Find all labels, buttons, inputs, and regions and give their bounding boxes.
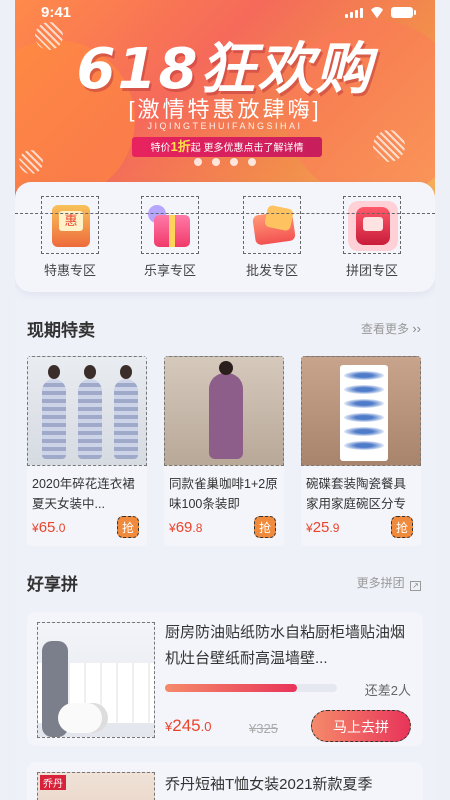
pill-highlight: 1折 (170, 139, 191, 154)
banner-pinyin: JIQINGTEHUIFANGSIHAI (147, 121, 303, 131)
status-time: 9:41 (41, 4, 72, 21)
gift-box-icon (141, 196, 199, 254)
product-image: 乔丹 (37, 772, 155, 800)
status-icons (345, 7, 416, 18)
discount-box-icon (41, 196, 99, 254)
product-card[interactable]: 碗碟套装陶瓷餐具家用家庭碗区分专 ¥25.9 抢 (301, 356, 421, 546)
product-image (301, 356, 421, 466)
category-group[interactable]: 拼团专区 (337, 196, 407, 279)
original-price: ¥325 (249, 721, 278, 736)
product-image (164, 356, 284, 466)
grab-button[interactable]: 抢 (254, 516, 276, 538)
flash-sale-more-link[interactable]: 查看更多 ›› (361, 320, 421, 337)
group-price: ¥245.0 (165, 716, 212, 735)
product-title: 乔丹短袖T恤女装2021新款夏季 (165, 776, 373, 793)
group-buy-title: 好享拼 (27, 575, 78, 594)
category-discount[interactable]: 特惠专区 (35, 196, 105, 279)
product-price: ¥69.8 (169, 519, 203, 536)
grab-button[interactable]: 抢 (117, 516, 139, 538)
group-buy-card[interactable]: 厨房防油贴纸防水自粘厨柜墙贴油烟机灶台壁纸耐高温墙壁... 还差2人 ¥245.… (27, 612, 423, 746)
group-buy-card[interactable]: 乔丹 乔丹短袖T恤女装2021新款夏季 (27, 762, 423, 800)
product-card[interactable]: 2020年碎花连衣裙夏天女装中... ¥65.0 抢 (27, 356, 147, 546)
wifi-icon (369, 7, 385, 18)
category-label: 特惠专区 (43, 263, 96, 278)
join-group-button[interactable]: 马上去拼 (311, 710, 411, 742)
carousel-dot[interactable] (194, 158, 202, 166)
product-name: 碗碟套装陶瓷餐具家用家庭碗区分专 (306, 477, 407, 511)
pill-prefix: 特价 (150, 143, 171, 154)
category-label: 乐享专区 (143, 263, 196, 278)
banner-subtitle: [激情特惠放肆嗨] (128, 97, 322, 122)
group-buy-more-link[interactable]: 更多拼团 ↗ (357, 574, 421, 591)
banner-detail-pill[interactable]: 特价1折起 更多优惠点击了解详情 (132, 137, 322, 157)
carousel-dot[interactable] (212, 158, 220, 166)
product-name: 同款雀巢咖啡1+2原味100条装即 (169, 477, 278, 511)
app-screen: 9:41 618狂欢购 [激情特惠放肆嗨] JIQINGTEHUIFANGSIH… (15, 0, 435, 800)
rice-cooker-icon (343, 196, 401, 254)
grab-button[interactable]: 抢 (391, 516, 413, 538)
more-label: 更多拼团 (356, 576, 405, 590)
carousel-dot[interactable] (248, 158, 256, 166)
category-wholesale[interactable]: 批发专区 (237, 196, 307, 279)
category-label: 批发专区 (245, 263, 298, 278)
remaining-people: 还差2人 (364, 683, 411, 698)
product-name: 2020年碎花连衣裙夏天女装中... (32, 477, 135, 511)
double-chevron-right-icon: ›› (412, 321, 421, 336)
group-progress-fill (165, 684, 298, 692)
promo-banner[interactable]: 9:41 618狂欢购 [激情特惠放肆嗨] JIQINGTEHUIFANGSIH… (15, 0, 435, 200)
flash-sale-title: 现期特卖 (27, 321, 95, 340)
category-label: 拼团专区 (345, 263, 398, 278)
product-card[interactable]: 同款雀巢咖啡1+2原味100条装即 ¥69.8 抢 (164, 356, 284, 546)
shopping-bag-icon (243, 196, 301, 254)
carousel-dot[interactable] (230, 158, 238, 166)
pill-suffix: 起 更多优惠点击了解详情 (190, 143, 304, 154)
battery-icon (391, 7, 416, 18)
product-image (37, 622, 155, 738)
carousel-dots (15, 158, 435, 166)
guide-line (15, 213, 435, 214)
category-card: 特惠专区 乐享专区 批发专区 拼团专区 (15, 182, 435, 292)
more-label: 查看更多 (360, 322, 409, 336)
signal-icon (345, 8, 363, 18)
product-image (27, 356, 147, 466)
product-price: ¥25.9 (306, 519, 340, 536)
grid-arrow-icon: ↗ (410, 581, 421, 591)
group-progress-bar (165, 684, 337, 692)
product-title: 厨房防油贴纸防水自粘厨柜墙贴油烟机灶台壁纸耐高温墙壁... (165, 624, 406, 667)
product-price: ¥65.0 (32, 519, 66, 536)
status-bar: 9:41 (15, 0, 435, 26)
category-enjoy[interactable]: 乐享专区 (135, 196, 205, 279)
image-tag: 乔丹 (40, 775, 66, 790)
